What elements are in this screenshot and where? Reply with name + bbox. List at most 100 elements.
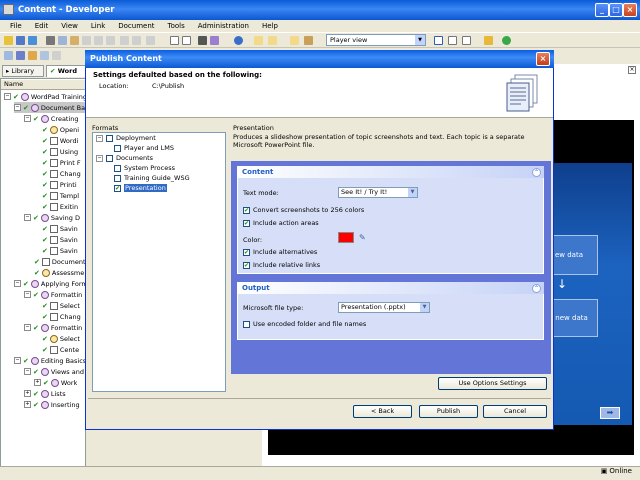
- tab-library[interactable]: ▸ Library: [2, 65, 44, 77]
- encoded-names-row[interactable]: Use encoded folder and file names: [243, 320, 366, 328]
- include-alternatives-checkbox[interactable]: ✔: [243, 248, 250, 256]
- tree-row[interactable]: ✔ Wordi: [42, 135, 78, 146]
- file-type-select[interactable]: Presentation (.pptx) ▼: [338, 302, 430, 313]
- help-icon[interactable]: [234, 36, 243, 45]
- dialog-close-button[interactable]: ×: [536, 52, 550, 66]
- tree-row[interactable]: ✔ Templ: [42, 190, 79, 201]
- tree-row[interactable]: ✔ Document: [34, 256, 86, 267]
- publish-button[interactable]: Publish: [419, 405, 478, 418]
- edit-icon[interactable]: [304, 36, 313, 45]
- format-presentation[interactable]: ✔ Presentation: [114, 184, 167, 192]
- minimize-button[interactable]: _: [595, 3, 609, 17]
- properties-icon[interactable]: [254, 36, 263, 45]
- menu-administration[interactable]: Administration: [198, 22, 249, 30]
- collapse-icon[interactable]: −: [24, 368, 31, 375]
- tree-row[interactable]: ✔ Select: [42, 333, 80, 344]
- tree-row[interactable]: ✔ Savin: [42, 223, 78, 234]
- tree-row[interactable]: ✔ Printi: [42, 179, 77, 190]
- web-page-icon[interactable]: [52, 51, 61, 60]
- collapse-icon[interactable]: −: [4, 93, 11, 100]
- player-lms-checkbox[interactable]: [114, 144, 121, 152]
- expand-icon[interactable]: +: [24, 401, 31, 408]
- collapse-icon[interactable]: −: [24, 115, 31, 122]
- format-training-guide[interactable]: Training Guide_WSG: [114, 174, 190, 182]
- publish-icon[interactable]: [28, 36, 37, 45]
- redo-icon[interactable]: [94, 36, 103, 45]
- move-up-icon[interactable]: [146, 36, 155, 45]
- training-guide-checkbox[interactable]: [114, 174, 121, 182]
- tree-row[interactable]: + ✔ Work: [34, 377, 77, 388]
- tree-row[interactable]: + ✔ Lists: [24, 388, 66, 399]
- use-options-settings-button[interactable]: Use Options Settings: [438, 377, 547, 390]
- refresh-icon[interactable]: [502, 36, 511, 45]
- menu-tools[interactable]: Tools: [168, 22, 185, 30]
- menu-file[interactable]: File: [10, 22, 22, 30]
- save-icon[interactable]: [16, 36, 25, 45]
- module-icon[interactable]: [28, 51, 37, 60]
- tree-row[interactable]: − ✔ Formattin: [24, 322, 82, 333]
- record-icon[interactable]: [4, 51, 13, 60]
- collapse-icon[interactable]: −: [96, 154, 103, 162]
- tree-row[interactable]: ✔ Openi: [42, 124, 79, 135]
- include-action-areas-row[interactable]: ✔ Include action areas: [243, 219, 319, 227]
- menu-edit[interactable]: Edit: [35, 22, 49, 30]
- indent-icon[interactable]: [120, 36, 129, 45]
- outdent-icon[interactable]: [132, 36, 141, 45]
- paste-icon[interactable]: [70, 36, 79, 45]
- deployment-checkbox[interactable]: [106, 134, 113, 142]
- tree-row[interactable]: − ✔ Editing Basics: [14, 355, 86, 366]
- tree-row[interactable]: ✔ Print F: [42, 157, 81, 168]
- cancel-button[interactable]: Cancel: [483, 405, 547, 418]
- system-process-checkbox[interactable]: [114, 164, 121, 172]
- tree-row[interactable]: ✔ Select: [42, 300, 80, 311]
- cut-icon[interactable]: [46, 36, 55, 45]
- topic-icon[interactable]: [16, 51, 25, 60]
- close-window-button[interactable]: ×: [623, 3, 637, 17]
- section-icon[interactable]: [40, 51, 49, 60]
- tree-row[interactable]: − ✔ Views and: [24, 366, 84, 377]
- new-icon[interactable]: [4, 36, 13, 45]
- tree-row[interactable]: ✔ Exitin: [42, 201, 78, 212]
- view-mode-select[interactable]: Player view ▼: [326, 34, 426, 46]
- tree-row[interactable]: ✔ Savin: [42, 234, 78, 245]
- menu-document[interactable]: Document: [118, 22, 154, 30]
- menu-help[interactable]: Help: [262, 22, 278, 30]
- collapse-up-icon[interactable]: ⌃: [532, 168, 541, 177]
- collapse-icon[interactable]: −: [24, 214, 31, 221]
- find-icon[interactable]: [198, 36, 207, 45]
- color-swatch[interactable]: [338, 232, 354, 243]
- convert-256-row[interactable]: ✔ Convert screenshots to 256 colors: [243, 206, 364, 214]
- convert-256-checkbox[interactable]: ✔: [243, 206, 250, 214]
- menu-view[interactable]: View: [61, 22, 78, 30]
- name-column-header[interactable]: Name: [1, 80, 85, 90]
- copy-icon[interactable]: [58, 36, 67, 45]
- delete-icon[interactable]: [106, 36, 115, 45]
- tree-row-document-basics[interactable]: − ✔ Document Ba: [14, 102, 86, 113]
- text-mode-select[interactable]: See It! / Try It! ▼: [338, 187, 418, 198]
- chevron-down-icon[interactable]: ▼: [420, 303, 429, 312]
- presentation-checkbox[interactable]: ✔: [114, 184, 121, 192]
- tree-row[interactable]: − ✔ Applying Form: [14, 278, 88, 289]
- close-pane-icon[interactable]: ×: [628, 66, 636, 74]
- color-picker-icon[interactable]: ✎: [359, 233, 366, 242]
- layout-view-2-icon[interactable]: [448, 36, 457, 45]
- document-icon[interactable]: [290, 36, 299, 45]
- documents-checkbox[interactable]: [106, 154, 113, 162]
- build-icon[interactable]: [484, 36, 493, 45]
- include-action-areas-checkbox[interactable]: ✔: [243, 219, 250, 227]
- format-deployment[interactable]: − Deployment: [96, 134, 156, 142]
- collapse-icon[interactable]: −: [14, 280, 21, 287]
- expand-icon[interactable]: [170, 36, 179, 45]
- format-system-process[interactable]: System Process: [114, 164, 175, 172]
- maximize-button[interactable]: □: [609, 3, 623, 17]
- tree-row[interactable]: ✔ Chang: [42, 168, 81, 179]
- layout-view-1-icon[interactable]: [434, 36, 443, 45]
- encoded-names-checkbox[interactable]: [243, 320, 250, 328]
- expand-icon[interactable]: +: [24, 390, 31, 397]
- collapse-icon[interactable]: −: [24, 291, 31, 298]
- tab-word[interactable]: ✔ Word: [46, 65, 86, 77]
- collapse-icon[interactable]: −: [14, 357, 21, 364]
- layout-view-3-icon[interactable]: [462, 36, 471, 45]
- format-player-lms[interactable]: Player and LMS: [114, 144, 174, 152]
- collapse-icon[interactable]: −: [96, 134, 103, 142]
